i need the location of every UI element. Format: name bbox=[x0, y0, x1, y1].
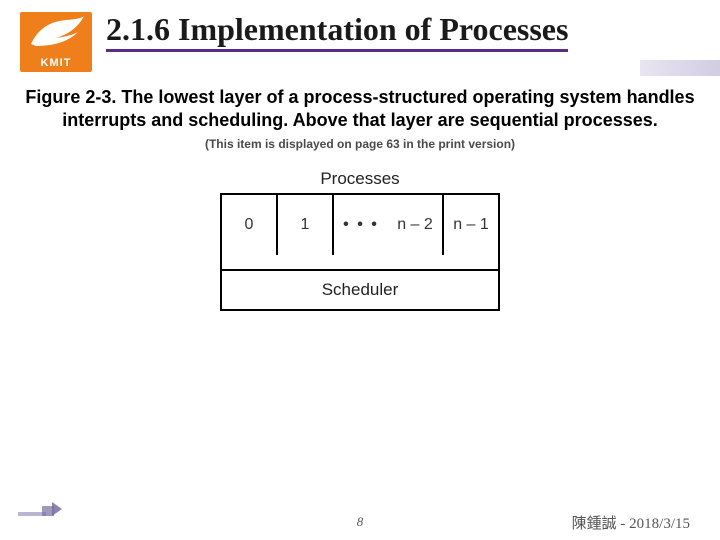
diagram-gap bbox=[220, 255, 500, 269]
author-date: 陳鍾誠 - 2018/3/15 bbox=[572, 512, 690, 533]
process-cell-n-1: n – 1 bbox=[444, 195, 498, 255]
footer-decoration bbox=[18, 502, 62, 516]
processes-label: Processes bbox=[220, 169, 500, 189]
process-cell-0: 0 bbox=[222, 195, 278, 255]
figure-caption: Figure 2-3. The lowest layer of a proces… bbox=[0, 76, 720, 133]
process-row: 0 1 • • • n – 2 n – 1 bbox=[220, 193, 500, 255]
process-cell-1: 1 bbox=[278, 195, 334, 255]
print-version-note: (This item is displayed on page 63 in th… bbox=[0, 133, 720, 151]
process-diagram: Processes 0 1 • • • n – 2 n – 1 Schedule… bbox=[220, 169, 500, 311]
bird-icon bbox=[26, 14, 86, 52]
slide-header: KMIT 2.1.6 Implementation of Processes bbox=[0, 0, 720, 76]
process-cell-n-2: n – 2 bbox=[388, 195, 444, 255]
logo-text: KMIT bbox=[41, 57, 72, 72]
page-number: 8 bbox=[357, 514, 364, 530]
accent-bar bbox=[640, 60, 720, 76]
scheduler-box: Scheduler bbox=[220, 269, 500, 311]
title-block: 2.1.6 Implementation of Processes bbox=[92, 12, 568, 52]
kmit-logo: KMIT bbox=[20, 12, 92, 72]
slide-title: 2.1.6 Implementation of Processes bbox=[106, 12, 568, 52]
process-cell-dots: • • • bbox=[334, 195, 388, 255]
